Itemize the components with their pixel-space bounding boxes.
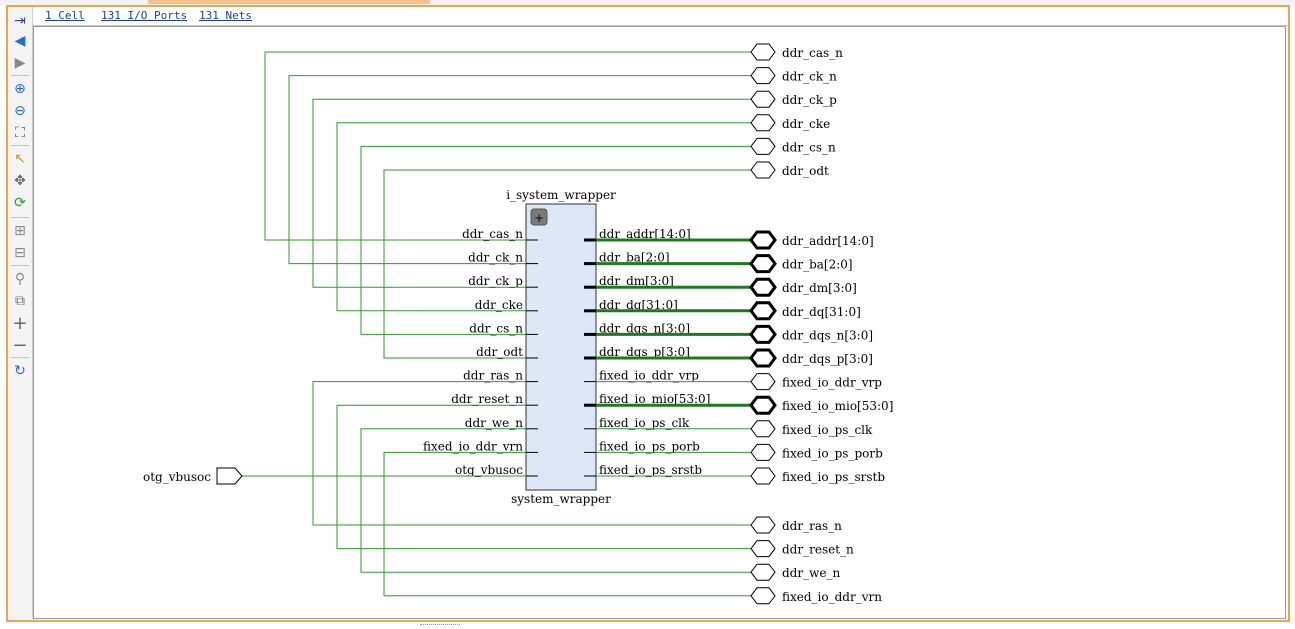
cell-pin-label: ddr_cs_n — [469, 321, 523, 335]
output-port[interactable] — [750, 373, 776, 391]
output-port[interactable] — [750, 67, 776, 85]
port-label: ddr_ck_n — [782, 70, 837, 84]
cell-pin-label: otg_vbusoc — [455, 463, 523, 477]
output-port[interactable] — [749, 395, 777, 415]
schematic-drawing[interactable]: i_system_wrapper system_wrapper + ddr_cas_n… — [0, 0, 1295, 629]
cell-pin-label: fixed_io_ddr_vrp — [599, 369, 699, 383]
port-label: ddr_dqs_p[3:0] — [782, 352, 873, 366]
plus-icon: + — [534, 211, 544, 225]
output-port[interactable] — [749, 301, 777, 321]
cell-pin-label: fixed_io_ps_porb — [599, 439, 700, 453]
port-label: fixed_io_ps_porb — [782, 446, 883, 460]
output-port[interactable] — [750, 137, 776, 155]
output-port[interactable] — [749, 277, 777, 297]
cell-pin-label: fixed_io_ddr_vrn — [423, 439, 523, 453]
port-label: ddr_dq[31:0] — [782, 305, 861, 319]
cell-pin-label: ddr_ck_p — [468, 274, 523, 288]
schematic-window: ⇥ ◀ ▶ ⊕ ⊖ ⛶ ↖ ✥ ⟳ ⊞ ⊟ ⚲ ⧉ + − ↻ 1 Cell 131 I/O Ports 13… — [0, 0, 1295, 629]
port-label: ddr_ras_n — [782, 519, 842, 533]
cell-pin-label: ddr_reset_n — [451, 392, 523, 406]
resize-grip[interactable] — [420, 624, 460, 628]
port-label: ddr_cs_n — [782, 140, 836, 154]
output-port[interactable] — [750, 161, 776, 179]
port-label: fixed_io_ps_srstb — [782, 470, 885, 484]
port-label: otg_vbusoc — [143, 470, 211, 484]
port-label: fixed_io_ps_clk — [782, 423, 873, 437]
output-port[interactable] — [750, 587, 776, 605]
port-label: ddr_addr[14:0] — [782, 234, 874, 248]
port-label: ddr_ck_p — [782, 93, 837, 107]
output-port[interactable] — [750, 443, 776, 461]
cell-pin-label: fixed_io_ps_clk — [599, 416, 690, 430]
cell-pin-label: ddr_we_n — [465, 416, 523, 430]
output-port[interactable] — [750, 540, 776, 558]
port-label: ddr_cas_n — [782, 46, 843, 60]
port-label: ddr_cke — [782, 117, 830, 131]
output-port[interactable] — [750, 467, 776, 485]
output-port[interactable] — [750, 563, 776, 581]
cell-pin-label: ddr_ras_n — [463, 369, 523, 383]
port-label: ddr_odt — [782, 164, 829, 178]
cell-system-wrapper[interactable] — [525, 203, 597, 491]
port-label: fixed_io_mio[53:0] — [782, 399, 893, 413]
cell-instance-name: i_system_wrapper — [506, 188, 616, 202]
port-label: fixed_io_ddr_vrp — [782, 376, 882, 390]
cell-pin-label: ddr_ck_n — [468, 251, 523, 265]
port-label: ddr_reset_n — [782, 543, 854, 557]
input-port[interactable] — [216, 467, 243, 485]
output-port[interactable] — [750, 90, 776, 108]
output-port[interactable] — [750, 516, 776, 534]
cell-module-name: system_wrapper — [511, 492, 611, 506]
cell-pin-label: ddr_cas_n — [462, 227, 523, 241]
output-port[interactable] — [749, 254, 777, 274]
output-port[interactable] — [749, 230, 777, 250]
cell-pin-label: ddr_cke — [475, 298, 523, 312]
output-port[interactable] — [749, 348, 777, 368]
port-label: ddr_ba[2:0] — [782, 258, 853, 272]
port-label: fixed_io_ddr_vrn — [782, 590, 882, 604]
output-port[interactable] — [750, 114, 776, 132]
output-port[interactable] — [750, 420, 776, 438]
cell-pin-label: fixed_io_ps_srstb — [599, 463, 702, 477]
port-label: ddr_dqs_n[3:0] — [782, 328, 873, 342]
port-label: ddr_dm[3:0] — [782, 281, 857, 295]
cell-pin-label: ddr_odt — [476, 345, 523, 359]
port-label: ddr_we_n — [782, 566, 840, 580]
output-port[interactable] — [750, 43, 776, 61]
output-port[interactable] — [749, 324, 777, 344]
